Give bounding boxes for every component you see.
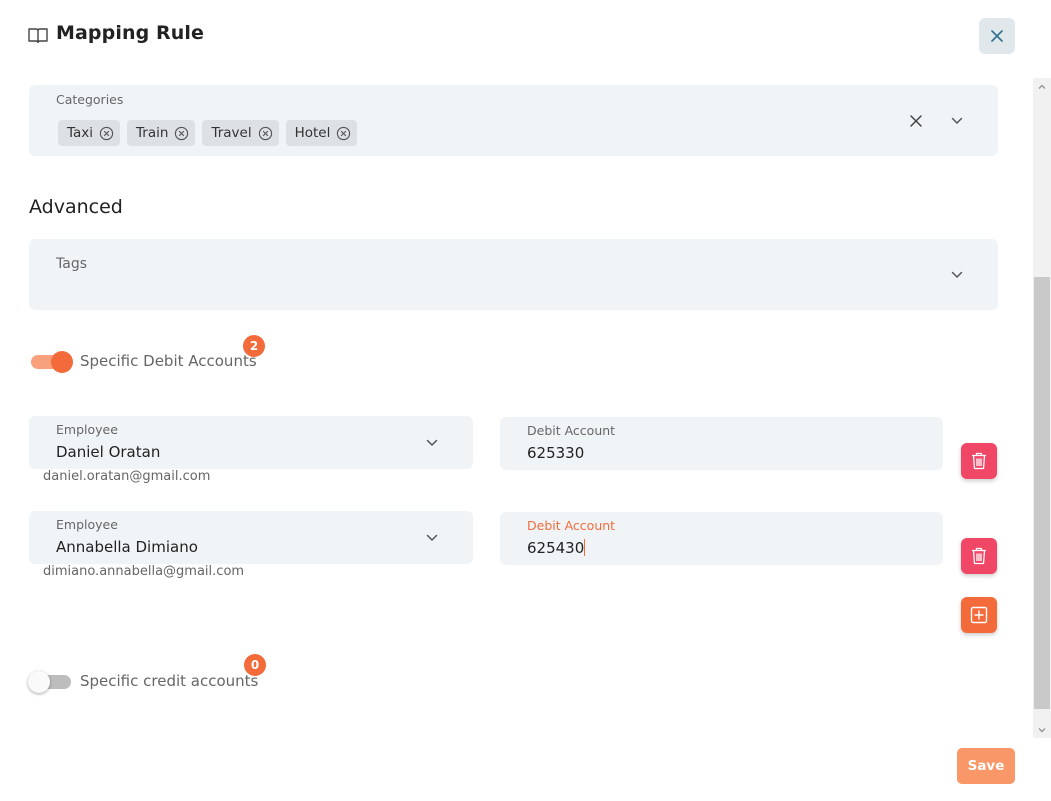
chevron-down-icon [1038,727,1046,732]
debit-account-label: Debit Account [527,518,616,533]
debit-account-input[interactable]: Debit Account 625430 [500,512,943,565]
tags-select[interactable]: Tags [29,239,998,310]
book-open-icon [28,28,48,43]
plus-square-icon [970,606,988,624]
employee-select[interactable]: Employee Annabella Dimiano [29,511,473,564]
remove-chip-icon[interactable] [99,126,114,141]
chevron-down-icon[interactable] [951,271,963,279]
close-button[interactable] [979,18,1015,54]
category-chip[interactable]: Taxi [58,120,121,146]
chip-label: Train [136,125,169,141]
debit-account-value: 625430 [527,539,586,557]
save-button[interactable]: Save [957,748,1015,784]
remove-chip-icon[interactable] [174,126,189,141]
dialog-title: Mapping Rule [56,22,204,44]
chip-label: Taxi [67,125,94,141]
category-chip[interactable]: Hotel [285,120,358,146]
close-icon [991,30,1003,42]
chevron-up-icon [1038,84,1046,89]
categories-select[interactable]: Categories Taxi Train Travel Hotel [29,85,998,156]
category-chip[interactable]: Travel [202,120,279,146]
debit-account-text: 625430 [527,539,585,557]
advanced-heading: Advanced [29,196,123,218]
delete-row-button[interactable] [961,443,997,479]
debit-account-input[interactable]: Debit Account 625330 [500,417,943,470]
scrollbar-thumb[interactable] [1034,277,1050,709]
debit-account-value: 625330 [527,444,585,462]
toggle-knob [51,351,73,373]
employee-select[interactable]: Employee Daniel Oratan [29,416,473,469]
remove-chip-icon[interactable] [336,126,351,141]
employee-email: daniel.oratan@gmail.com [43,469,211,484]
debit-count-badge: 2 [243,335,265,357]
scrollbar[interactable] [1033,78,1051,738]
employee-value: Annabella Dimiano [56,538,198,556]
credit-count-badge: 0 [244,654,266,676]
remove-chip-icon[interactable] [258,126,273,141]
employee-label: Employee [56,517,118,532]
debit-accounts-label: Specific Debit Accounts [80,352,257,370]
credit-accounts-label: Specific credit accounts [80,672,259,690]
chip-label: Travel [211,125,252,141]
delete-row-button[interactable] [961,538,997,574]
text-caret [584,539,586,556]
trash-icon [972,452,986,470]
category-chips: Taxi Train Travel Hotel [58,120,364,146]
tags-label: Tags [56,256,87,272]
chevron-down-icon[interactable] [426,534,438,542]
category-chip[interactable]: Train [127,120,196,146]
employee-value: Daniel Oratan [56,443,161,461]
categories-label: Categories [56,92,124,107]
dialog-body: Categories Taxi Train Travel Hotel Advan… [0,72,1051,740]
debit-account-label: Debit Account [527,423,616,438]
toggle-knob [28,671,50,693]
clear-icon[interactable] [909,114,923,128]
scroll-up-arrow[interactable] [1033,78,1051,94]
employee-label: Employee [56,422,118,437]
scroll-down-arrow[interactable] [1033,722,1051,738]
chevron-down-icon[interactable] [951,117,963,125]
trash-icon [972,547,986,565]
chip-label: Hotel [294,125,331,141]
add-row-button[interactable] [961,597,997,633]
dialog-header: Mapping Rule [0,0,1051,72]
employee-email: dimiano.annabella@gmail.com [43,564,245,579]
chevron-down-icon[interactable] [426,439,438,447]
